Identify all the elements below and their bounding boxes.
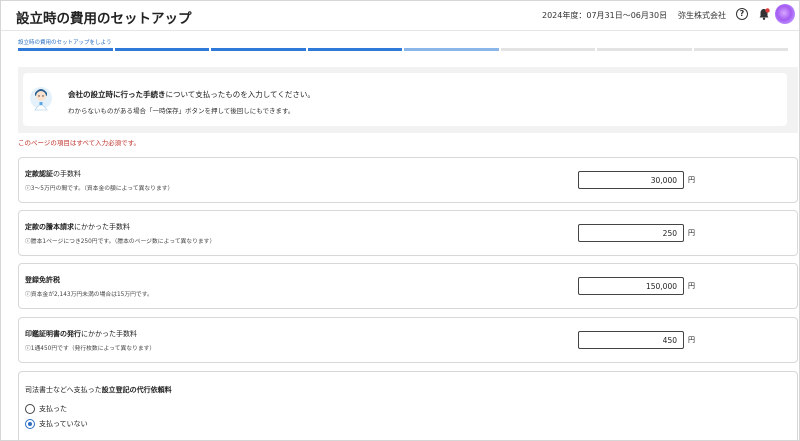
mascot-icon [30, 87, 52, 111]
agent-fee-title-pre: 司法書士などへ支払った [25, 386, 102, 394]
info-background: 会社の設立時に行った手続きについて支払ったものを入力してください。 わからないも… [18, 67, 798, 133]
help-icon[interactable]: ? [736, 8, 748, 20]
notarization-fee-input[interactable] [578, 171, 684, 189]
progress-segment [597, 48, 692, 51]
radio-button-not-paid[interactable] [25, 419, 35, 429]
fee-card-seal-certificate: 印鑑証明書の発行にかかった手数料 ⓘ1通450円です（発行枚数によって異なります… [18, 317, 798, 363]
fee-title: 印鑑証明書の発行にかかった手数料 [25, 329, 137, 339]
top-header: 設立時の費用のセットアップ 2024年度：07月31日〜06月30日 ⌄ 弥生株… [1, 1, 799, 31]
agent-fee-card: 司法書士などへ支払った設立登記の代行依頼料 支払った 支払っていない [18, 371, 798, 440]
page-title: 設立時の費用のセットアップ [16, 11, 192, 27]
fiscal-period-selector[interactable]: 2024年度：07月31日〜06月30日 [542, 10, 667, 21]
info-box: 会社の設立時に行った手続きについて支払ったものを入力してください。 わからないも… [23, 73, 787, 126]
fee-title-bold: 登録免許税 [25, 276, 60, 284]
app-window: 設立時の費用のセットアップ 2024年度：07月31日〜06月30日 ⌄ 弥生株… [0, 0, 800, 441]
info-message-bold: 会社の設立時に行った手続き [68, 90, 166, 99]
bell-icon[interactable] [757, 7, 771, 21]
fee-title: 定款認証の手数料 [25, 169, 81, 179]
fee-title-bold: 定款の謄本請求 [25, 223, 74, 231]
info-message: 会社の設立時に行った手続きについて支払ったものを入力してください。 [68, 89, 315, 100]
radio-label-paid: 支払った [39, 405, 67, 413]
seal-certificate-fee-input[interactable] [578, 331, 684, 349]
radio-option-paid[interactable]: 支払った [25, 404, 67, 414]
agent-fee-title-bold: 設立登記の代行依頼料 [101, 386, 172, 394]
fee-title: 定款の謄本請求にかかった手数料 [25, 222, 130, 232]
user-avatar[interactable] [775, 4, 795, 24]
agent-fee-title: 司法書士などへ支払った設立登記の代行依頼料 [25, 385, 172, 395]
yen-unit: 円 [688, 176, 695, 184]
company-name[interactable]: 弥生株式会社 [678, 10, 726, 21]
fee-title-rest: の手数料 [53, 170, 81, 178]
progress-segment [114, 48, 209, 51]
fee-hint: ⓘ資本金が2,143万円未満の場合は15万円です。 [25, 292, 153, 298]
fee-hint: ⓘ3〜5万円の間です。（資本金の額によって異なります） [25, 186, 174, 192]
fee-title-bold: 定款認証 [25, 170, 53, 178]
yen-unit: 円 [688, 229, 695, 237]
step-progress-bar [18, 48, 788, 51]
progress-segment [404, 48, 499, 51]
transcript-fee-input[interactable] [578, 224, 684, 242]
info-subtext: わからないものがある場合「一時保存」ボタンを押して後回しにもできます。 [68, 107, 295, 115]
progress-segment [307, 48, 402, 51]
progress-segment [500, 48, 595, 51]
yen-unit: 円 [688, 336, 695, 344]
required-note: このページの項目はすべて入力必須です。 [18, 139, 141, 147]
fee-title-rest: にかかった手数料 [74, 223, 130, 231]
fee-title-rest: にかかった手数料 [81, 330, 137, 338]
progress-segment [18, 48, 113, 51]
fee-hint: ⓘ1通450円です（発行枚数によって異なります） [25, 346, 156, 352]
progress-segment [211, 48, 306, 51]
fee-title-bold: 印鑑証明書の発行 [25, 330, 81, 338]
registration-tax-input[interactable] [578, 277, 684, 295]
chevron-down-icon[interactable]: ⌄ [659, 9, 667, 19]
step-label: 設立時の費用のセットアップをしよう [18, 40, 112, 46]
radio-button-paid[interactable] [25, 404, 35, 414]
progress-segment [693, 48, 788, 51]
fee-card-registration-tax: 登録免許税 ⓘ資本金が2,143万円未満の場合は15万円です。 円 [18, 263, 798, 309]
fee-title: 登録免許税 [25, 275, 60, 285]
yen-unit: 円 [688, 282, 695, 290]
radio-option-not-paid[interactable]: 支払っていない [25, 419, 88, 429]
radio-label-not-paid: 支払っていない [39, 420, 88, 428]
fee-card-transcript: 定款の謄本請求にかかった手数料 ⓘ謄本1ページにつき250円です。（謄本のページ… [18, 210, 798, 256]
fee-card-notarization: 定款認証の手数料 ⓘ3〜5万円の間です。（資本金の額によって異なります） 円 [18, 157, 798, 203]
info-message-rest: について支払ったものを入力してください。 [165, 90, 315, 99]
fee-hint: ⓘ謄本1ページにつき250円です。（謄本のページ数によって異なります） [25, 239, 216, 245]
